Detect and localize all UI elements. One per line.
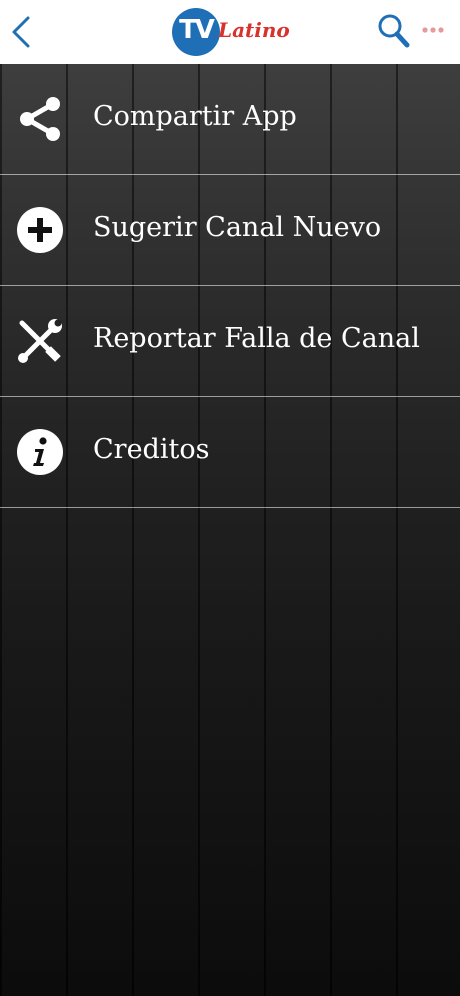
info-icon: [17, 429, 63, 475]
menu-item-reportar-falla[interactable]: Reportar Falla de Canal: [0, 286, 460, 397]
share-icon: [20, 97, 60, 141]
chevron-left-icon[interactable]: [10, 14, 32, 50]
menu-item-compartir-app[interactable]: Compartir App: [0, 64, 460, 175]
menu-item-label: Creditos: [93, 434, 210, 465]
menu-item-sugerir-canal[interactable]: Sugerir Canal Nuevo: [0, 175, 460, 286]
plus-circle-icon: [17, 207, 63, 253]
logo-wordmark: Latino: [218, 18, 290, 42]
search-icon[interactable]: [376, 12, 410, 48]
menu-panel: Compartir App Sugerir Canal Nuevo Report…: [0, 64, 460, 996]
menu-item-label: Sugerir Canal Nuevo: [93, 212, 382, 243]
app-header: TV Latino: [0, 0, 460, 64]
tools-icon: [18, 319, 62, 363]
menu-item-label: Reportar Falla de Canal: [93, 323, 420, 354]
logo-badge: TV: [172, 8, 220, 56]
menu-item-label: Compartir App: [93, 101, 297, 132]
app-logo: TV Latino: [170, 6, 295, 60]
more-dots-icon[interactable]: [421, 20, 445, 40]
menu-item-creditos[interactable]: Creditos: [0, 397, 460, 508]
